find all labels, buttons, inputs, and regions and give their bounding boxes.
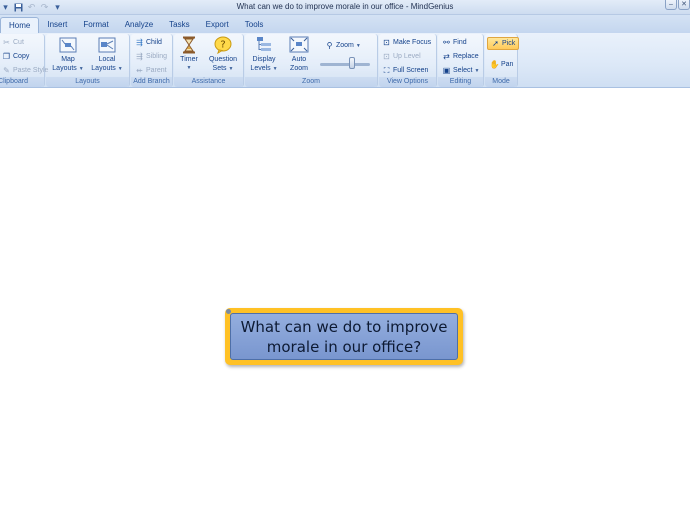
binoculars-icon: ⚯ [443,38,450,47]
minimize-button[interactable]: – [665,0,677,10]
pick-button[interactable]: ➚ Pick [487,37,520,50]
paste-style-icon: ✎ [3,66,10,75]
group-view-options: ⊡ Make Focus ⊡ Up Level ⛶ Full Screen Vi… [379,34,437,87]
pan-button[interactable]: ✋ Pan [489,58,514,71]
tab-analyze[interactable]: Analyze [117,17,161,33]
window-controls: – ✕ [665,0,690,10]
make-focus-button[interactable]: ⊡ Make Focus [382,36,431,49]
replace-icon: ⇄ [443,52,450,61]
child-button[interactable]: ⇶ Child [135,36,162,49]
zoom-dropdown[interactable]: ⚲ Zoom ▼ [325,39,361,52]
group-label-view-options: View Options [379,77,436,87]
dropdown-caret-icon: ▼ [78,66,84,72]
select-dropdown[interactable]: ▣ Select ▼ [442,64,480,77]
tab-tools[interactable]: Tools [237,17,272,33]
copy-icon: ❐ [2,52,11,61]
tab-export[interactable]: Export [198,17,237,33]
find-button[interactable]: ⚯ Find [442,36,466,49]
group-assistance: Timer ▼ ? Question Sets ▼ Assistance [174,34,244,87]
group-clipboard: ✂ Cut ❐ Copy ✎ Paste Style Clipboard [0,34,48,87]
group-mode: ➚ Pick ✋ Pan Mode [485,34,520,87]
group-label-assistance: Assistance [174,77,243,87]
window-title: What can we do to improve morale in our … [236,2,454,11]
zoom-slider-thumb[interactable] [349,57,355,69]
auto-zoom-icon [289,36,309,54]
dropdown-caret-icon: ▼ [355,42,361,49]
question-bubble-icon: ? [213,36,233,54]
replace-button[interactable]: ⇄ Replace [442,50,479,63]
tab-tasks[interactable]: Tasks [161,17,197,33]
cut-button[interactable]: ✂ Cut [2,36,24,49]
local-layouts-icon [97,36,117,54]
up-level-icon: ⊡ [383,52,390,61]
scissors-icon: ✂ [3,38,10,47]
parent-button[interactable]: ⇷ Parent [135,64,166,77]
dropdown-caret-icon: ▼ [272,66,278,72]
auto-zoom-button[interactable]: Auto Zoom [285,36,313,73]
central-topic[interactable]: What can we do to improve morale in our … [225,308,463,365]
ribbon-tabs: Home Insert Format Analyze Tasks Export … [0,15,690,33]
timer-button[interactable]: Timer ▼ [176,36,202,73]
svg-text:?: ? [220,40,225,51]
sibling-button[interactable]: ⇶ Sibling [135,50,167,63]
hourglass-icon [179,36,199,54]
make-focus-icon: ⊡ [383,38,390,47]
tab-insert[interactable]: Insert [39,17,75,33]
group-label-zoom: Zoom [245,77,377,87]
central-topic-text: What can we do to improve morale in our … [240,317,448,356]
group-zoom: Display Levels ▼ Auto Zoom ⚲ Zoom ▼ Zoom [245,34,378,87]
group-add-branch: ⇶ Child ⇶ Sibling ⇷ Parent Add Branch [131,34,173,87]
local-layouts-button[interactable]: Local Layouts ▼ [90,36,124,74]
map-canvas[interactable]: What can we do to improve morale in our … [0,89,690,518]
up-level-button[interactable]: ⊡ Up Level [382,50,421,63]
display-levels-icon [254,36,274,54]
group-label-mode: Mode [485,77,517,87]
group-layouts: Map Layouts ▼ Local Layouts ▼ Layouts [46,34,130,87]
ribbon: ✂ Cut ❐ Copy ✎ Paste Style Clipboard Map… [0,33,690,88]
tab-format[interactable]: Format [75,17,116,33]
dropdown-caret-icon: ▼ [117,66,123,72]
group-label-editing: Editing [438,77,483,87]
title-bar: ▾ ↶ ↷ ▾ What can we do to improve morale… [0,0,690,15]
dropdown-caret-icon: ▼ [186,65,192,71]
group-editing: ⚯ Find ⇄ Replace ▣ Select ▼ Editing [438,34,484,87]
magnifier-icon: ⚲ [326,41,333,50]
group-label-clipboard: Clipboard [0,77,44,87]
group-label-layouts: Layouts [46,77,129,87]
display-levels-button[interactable]: Display Levels ▼ [247,36,281,74]
dropdown-caret-icon: ▼ [228,66,234,72]
dropdown-caret-icon: ▼ [474,67,480,74]
full-screen-icon: ⛶ [383,65,390,75]
close-button[interactable]: ✕ [678,0,690,10]
sibling-branch-icon: ⇶ [136,52,143,61]
zoom-slider-track[interactable] [320,63,370,66]
map-layouts-icon [58,36,78,54]
tab-home[interactable]: Home [0,17,40,33]
copy-button[interactable]: ❐ Copy [2,50,29,63]
group-label-add-branch: Add Branch [131,77,172,87]
pointer-icon: ➚ [492,39,499,48]
question-sets-button[interactable]: ? Question Sets ▼ [205,36,241,74]
child-branch-icon: ⇶ [136,38,143,47]
parent-branch-icon: ⇷ [136,66,143,75]
map-layouts-button[interactable]: Map Layouts ▼ [51,36,85,74]
central-topic-box[interactable]: What can we do to improve morale in our … [230,313,458,360]
full-screen-button[interactable]: ⛶ Full Screen [382,64,429,77]
paste-style-button[interactable]: ✎ Paste Style [2,64,48,77]
hand-icon: ✋ [489,60,500,69]
select-icon: ▣ [442,66,451,75]
